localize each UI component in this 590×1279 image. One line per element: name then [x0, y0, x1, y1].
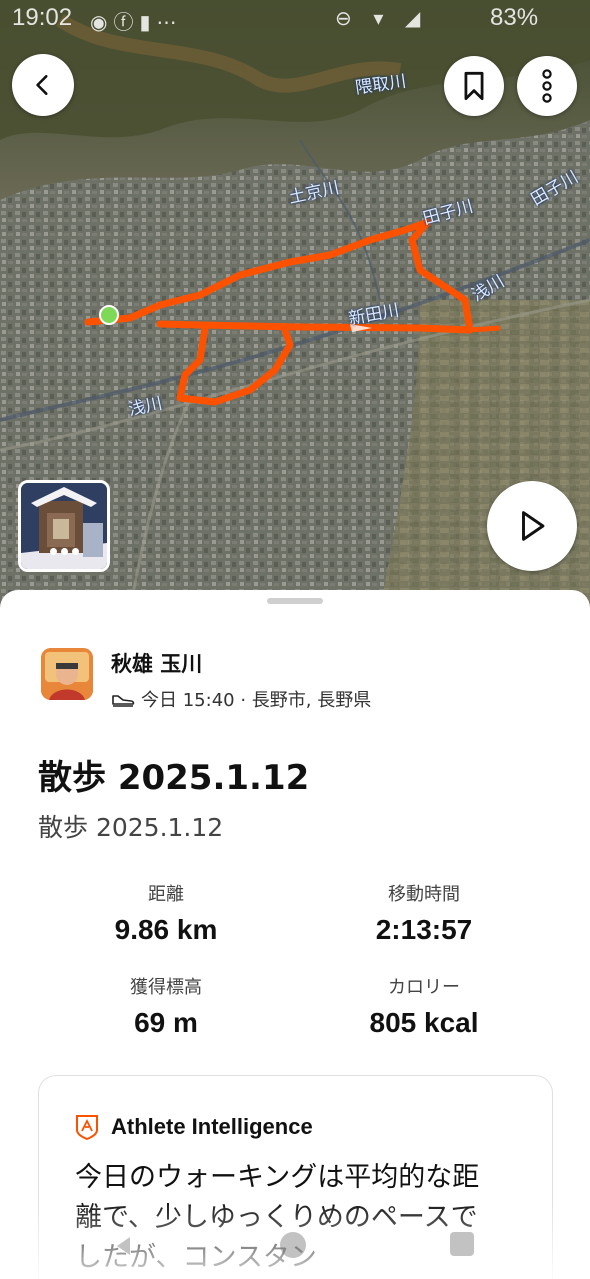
stat-distance: 距離 9.86 km	[36, 880, 296, 946]
athlete-avatar-image	[41, 648, 93, 700]
status-time: 19:02	[12, 4, 73, 31]
more-vertical-icon	[542, 69, 552, 103]
stat-label: カロリー	[388, 977, 460, 998]
stat-moving-time: 移動時間 2:13:57	[294, 880, 554, 946]
more-options-button[interactable]	[517, 56, 577, 116]
stat-value: 805 kcal	[369, 1007, 479, 1038]
stat-label: 距離	[148, 884, 184, 905]
back-button[interactable]	[12, 54, 74, 116]
status-bar: 19:02 ◉ⓕ▮⋯ ⊖ ▾ ◢ 83%	[0, 0, 590, 36]
system-icons: ⊖ ▾ ◢	[335, 8, 429, 30]
athlete-name[interactable]: 秋雄 玉川	[111, 648, 202, 678]
athlete-intelligence-icon	[75, 1114, 99, 1140]
activity-meta: 今日 15:40 · 長野市, 長野県	[111, 686, 371, 712]
activity-date-location: 今日 15:40 · 長野市, 長野県	[141, 690, 372, 711]
notification-icons: ◉ⓕ▮⋯	[90, 12, 183, 34]
activity-description: 散歩 2025.1.12	[38, 813, 224, 842]
bookmark-icon	[464, 71, 484, 101]
ai-card-header: Athlete Intelligence	[75, 1114, 313, 1140]
play-flyover-button[interactable]	[487, 481, 577, 571]
activity-photo-thumbnail[interactable]	[18, 480, 110, 572]
chevron-left-icon	[36, 75, 48, 95]
route-map[interactable]: 隈取川 土京川 田子川 田子川 浅川 新田川 浅川 19:02 ◉ⓕ▮⋯ ⊖ ▾…	[0, 0, 590, 610]
stat-label: 移動時間	[388, 884, 460, 905]
stat-value: 9.86 km	[114, 914, 218, 945]
start-marker	[99, 305, 119, 325]
nav-back-icon[interactable]	[112, 1234, 136, 1258]
activity-details-sheet: 秋雄 玉川 今日 15:40 · 長野市, 長野県 散歩 2025.1.12 散…	[0, 590, 590, 1279]
stat-label: 獲得標高	[130, 977, 202, 998]
play-icon	[522, 511, 545, 541]
bookmark-button[interactable]	[444, 56, 504, 116]
system-navigation-bar	[0, 1224, 590, 1279]
avatar[interactable]	[41, 648, 93, 700]
ai-card-title: Athlete Intelligence	[111, 1114, 313, 1139]
activity-title: 散歩 2025.1.12	[38, 758, 310, 798]
stat-value: 2:13:57	[375, 914, 473, 945]
nav-home-icon[interactable]	[280, 1232, 306, 1258]
battery-level: 83%	[490, 4, 539, 31]
stat-value: 69 m	[134, 1007, 198, 1038]
nav-recents-icon[interactable]	[450, 1232, 474, 1256]
stat-calories: カロリー 805 kcal	[294, 973, 554, 1039]
sheet-drag-handle[interactable]	[267, 598, 323, 604]
photo-pager-dots	[21, 540, 107, 559]
stat-elevation-gain: 獲得標高 69 m	[36, 973, 296, 1039]
walk-shoe-icon	[111, 691, 135, 707]
